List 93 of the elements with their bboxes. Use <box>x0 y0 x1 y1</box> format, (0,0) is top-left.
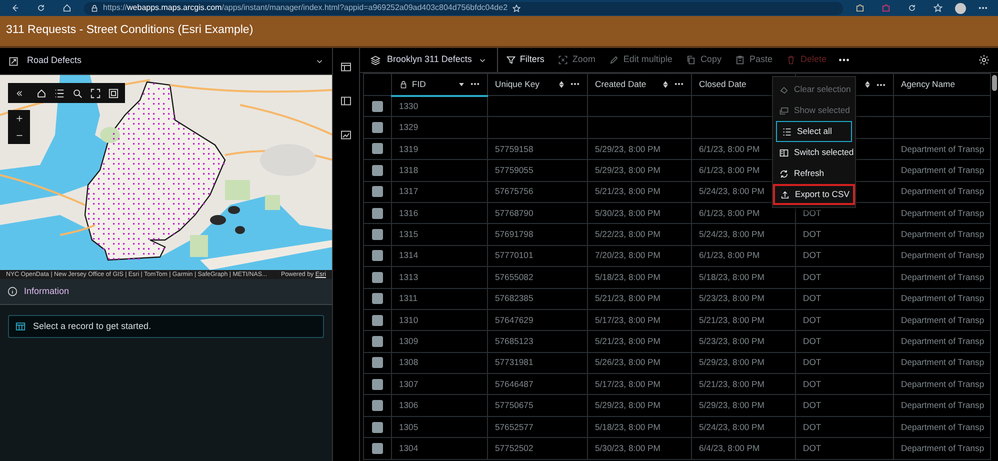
table-cell: 5/29/23, 8:00 PM <box>588 394 692 416</box>
table-cell: 57770101 <box>488 245 588 267</box>
table-cell: 1330 <box>392 96 488 117</box>
table-cell: DOT <box>796 245 894 267</box>
app-title: 311 Requests - Street Conditions (Esri Example) <box>6 23 254 38</box>
table-cell: 1309 <box>392 330 488 352</box>
table-cell: 5/21/23, 8:00 PM <box>588 181 692 202</box>
table-cell: 5/29/23, 8:00 PM <box>588 138 692 160</box>
table-cell: 57768790 <box>488 202 588 224</box>
table-cell: 57647629 <box>488 309 588 331</box>
table-cell: Department of Transp <box>894 438 990 460</box>
table-cell: DOT <box>796 266 894 288</box>
table-cell: 5/21/23, 8:00 PM <box>588 330 692 352</box>
table-cell: DOT <box>796 416 894 438</box>
table-cell: 5/21/23, 8:00 PM <box>692 309 796 331</box>
column-label: Closed Date <box>699 78 746 91</box>
table-cell: 5/23/23, 8:00 PM <box>692 288 796 310</box>
table-cell: 57759055 <box>488 160 588 182</box>
table-cell: DOT <box>796 309 894 331</box>
table-cell: 5/29/23, 8:00 PM <box>692 352 796 374</box>
table-cell: 57655082 <box>488 266 588 288</box>
table-cell: Department of Transp <box>894 288 990 310</box>
table-cell: Department of Transp <box>894 416 990 438</box>
table-cell: 5/18/23, 8:00 PM <box>692 266 796 288</box>
table-cell: Department of Transp <box>894 202 990 224</box>
table-cell: Department of Transp <box>894 352 990 374</box>
table-cell: Department of Transp <box>894 160 990 182</box>
table-cell: 5/24/23, 8:00 PM <box>692 416 796 438</box>
table-cell: 1313 <box>392 266 488 288</box>
table-cell: DOT <box>796 352 894 374</box>
table-cell: 1316 <box>392 202 488 224</box>
table-cell: 5/23/23, 8:00 PM <box>692 330 796 352</box>
table-cell: DOT <box>796 394 894 416</box>
table-cell: 57759158 <box>488 138 588 160</box>
table-cell: DOT <box>796 438 894 460</box>
table-cell: 1307 <box>392 374 488 395</box>
table-cell: 6/1/23, 8:00 PM <box>692 245 796 267</box>
table-cell: 57685123 <box>488 330 588 352</box>
table-cell: Department of Transp <box>894 181 990 202</box>
column-label: FID <box>412 78 426 91</box>
table-cell: 1311 <box>392 288 488 310</box>
table-cell: 57752502 <box>488 438 588 460</box>
table-cell: 57652577 <box>488 416 588 438</box>
table-cell: 1310 <box>392 309 488 331</box>
table-cell: 7/20/23, 8:00 PM <box>588 245 692 267</box>
table-cell: DOT <box>796 288 894 310</box>
table-cell: Department of Transp <box>894 374 990 395</box>
table-cell: 1329 <box>392 116 488 138</box>
table-cell: 6/4/23, 8:00 PM <box>692 438 796 460</box>
notice-text: Select a record to get started. <box>33 320 152 333</box>
table-cell: 5/29/23, 8:00 PM <box>692 394 796 416</box>
table-cell: DOT <box>796 330 894 352</box>
table-cell: 5/26/23, 8:00 PM <box>588 352 692 374</box>
table-cell: 5/30/23, 8:00 PM <box>588 202 692 224</box>
table-cell: 1317 <box>392 181 488 202</box>
table-cell: 5/29/23, 8:00 PM <box>588 160 692 182</box>
table-cell: 57675756 <box>488 181 588 202</box>
panel-title: Information <box>24 284 70 298</box>
table-cell: Department of Transp <box>894 245 990 267</box>
table-cell: 57682385 <box>488 288 588 310</box>
column-label: Agency Name <box>901 78 955 91</box>
url-text: https://webapps.maps.arcgis.com/apps/instant/manager/index.html?appid=a969252a09ad403c804d756bfdc04de2 <box>103 2 508 14</box>
table-cell: 5/18/23, 8:00 PM <box>588 266 692 288</box>
table-cell: Department of Transp <box>894 266 990 288</box>
table-cell: 5/18/23, 8:00 PM <box>588 416 692 438</box>
table-cell: DOT <box>796 224 894 246</box>
table-cell: 5/17/23, 8:00 PM <box>588 374 692 395</box>
table-cell: Department of Transp <box>894 309 990 331</box>
table-cell: DOT <box>796 374 894 395</box>
table-cell: 1319 <box>392 138 488 160</box>
table-cell: 1306 <box>392 394 488 416</box>
table-cell: 1318 <box>392 160 488 182</box>
table-cell: 1305 <box>392 416 488 438</box>
table-cell: 1314 <box>392 245 488 267</box>
table-cell: Department of Transp <box>894 394 990 416</box>
table-cell: Department of Transp <box>894 224 990 246</box>
table-cell: 5/24/23, 8:00 PM <box>692 224 796 246</box>
table-cell: 5/21/23, 8:00 PM <box>692 374 796 395</box>
table-cell: 57691798 <box>488 224 588 246</box>
table-cell: 57646487 <box>488 374 588 395</box>
table-cell: 1304 <box>392 438 488 460</box>
table-cell: 5/22/23, 8:00 PM <box>588 224 692 246</box>
table-cell: 57750675 <box>488 394 588 416</box>
table-cell: Department of Transp <box>894 138 990 160</box>
table-cell: 1315 <box>392 224 488 246</box>
table-cell: 5/30/23, 8:00 PM <box>588 438 692 460</box>
table-cell: 5/21/23, 8:00 PM <box>588 288 692 310</box>
table-cell: 5/17/23, 8:00 PM <box>588 309 692 331</box>
table-cell: Department of Transp <box>894 330 990 352</box>
table-cell: 1308 <box>392 352 488 374</box>
column-label: Created Date <box>595 78 646 91</box>
column-label: Unique Key <box>495 78 540 91</box>
table-cell: 57731981 <box>488 352 588 374</box>
